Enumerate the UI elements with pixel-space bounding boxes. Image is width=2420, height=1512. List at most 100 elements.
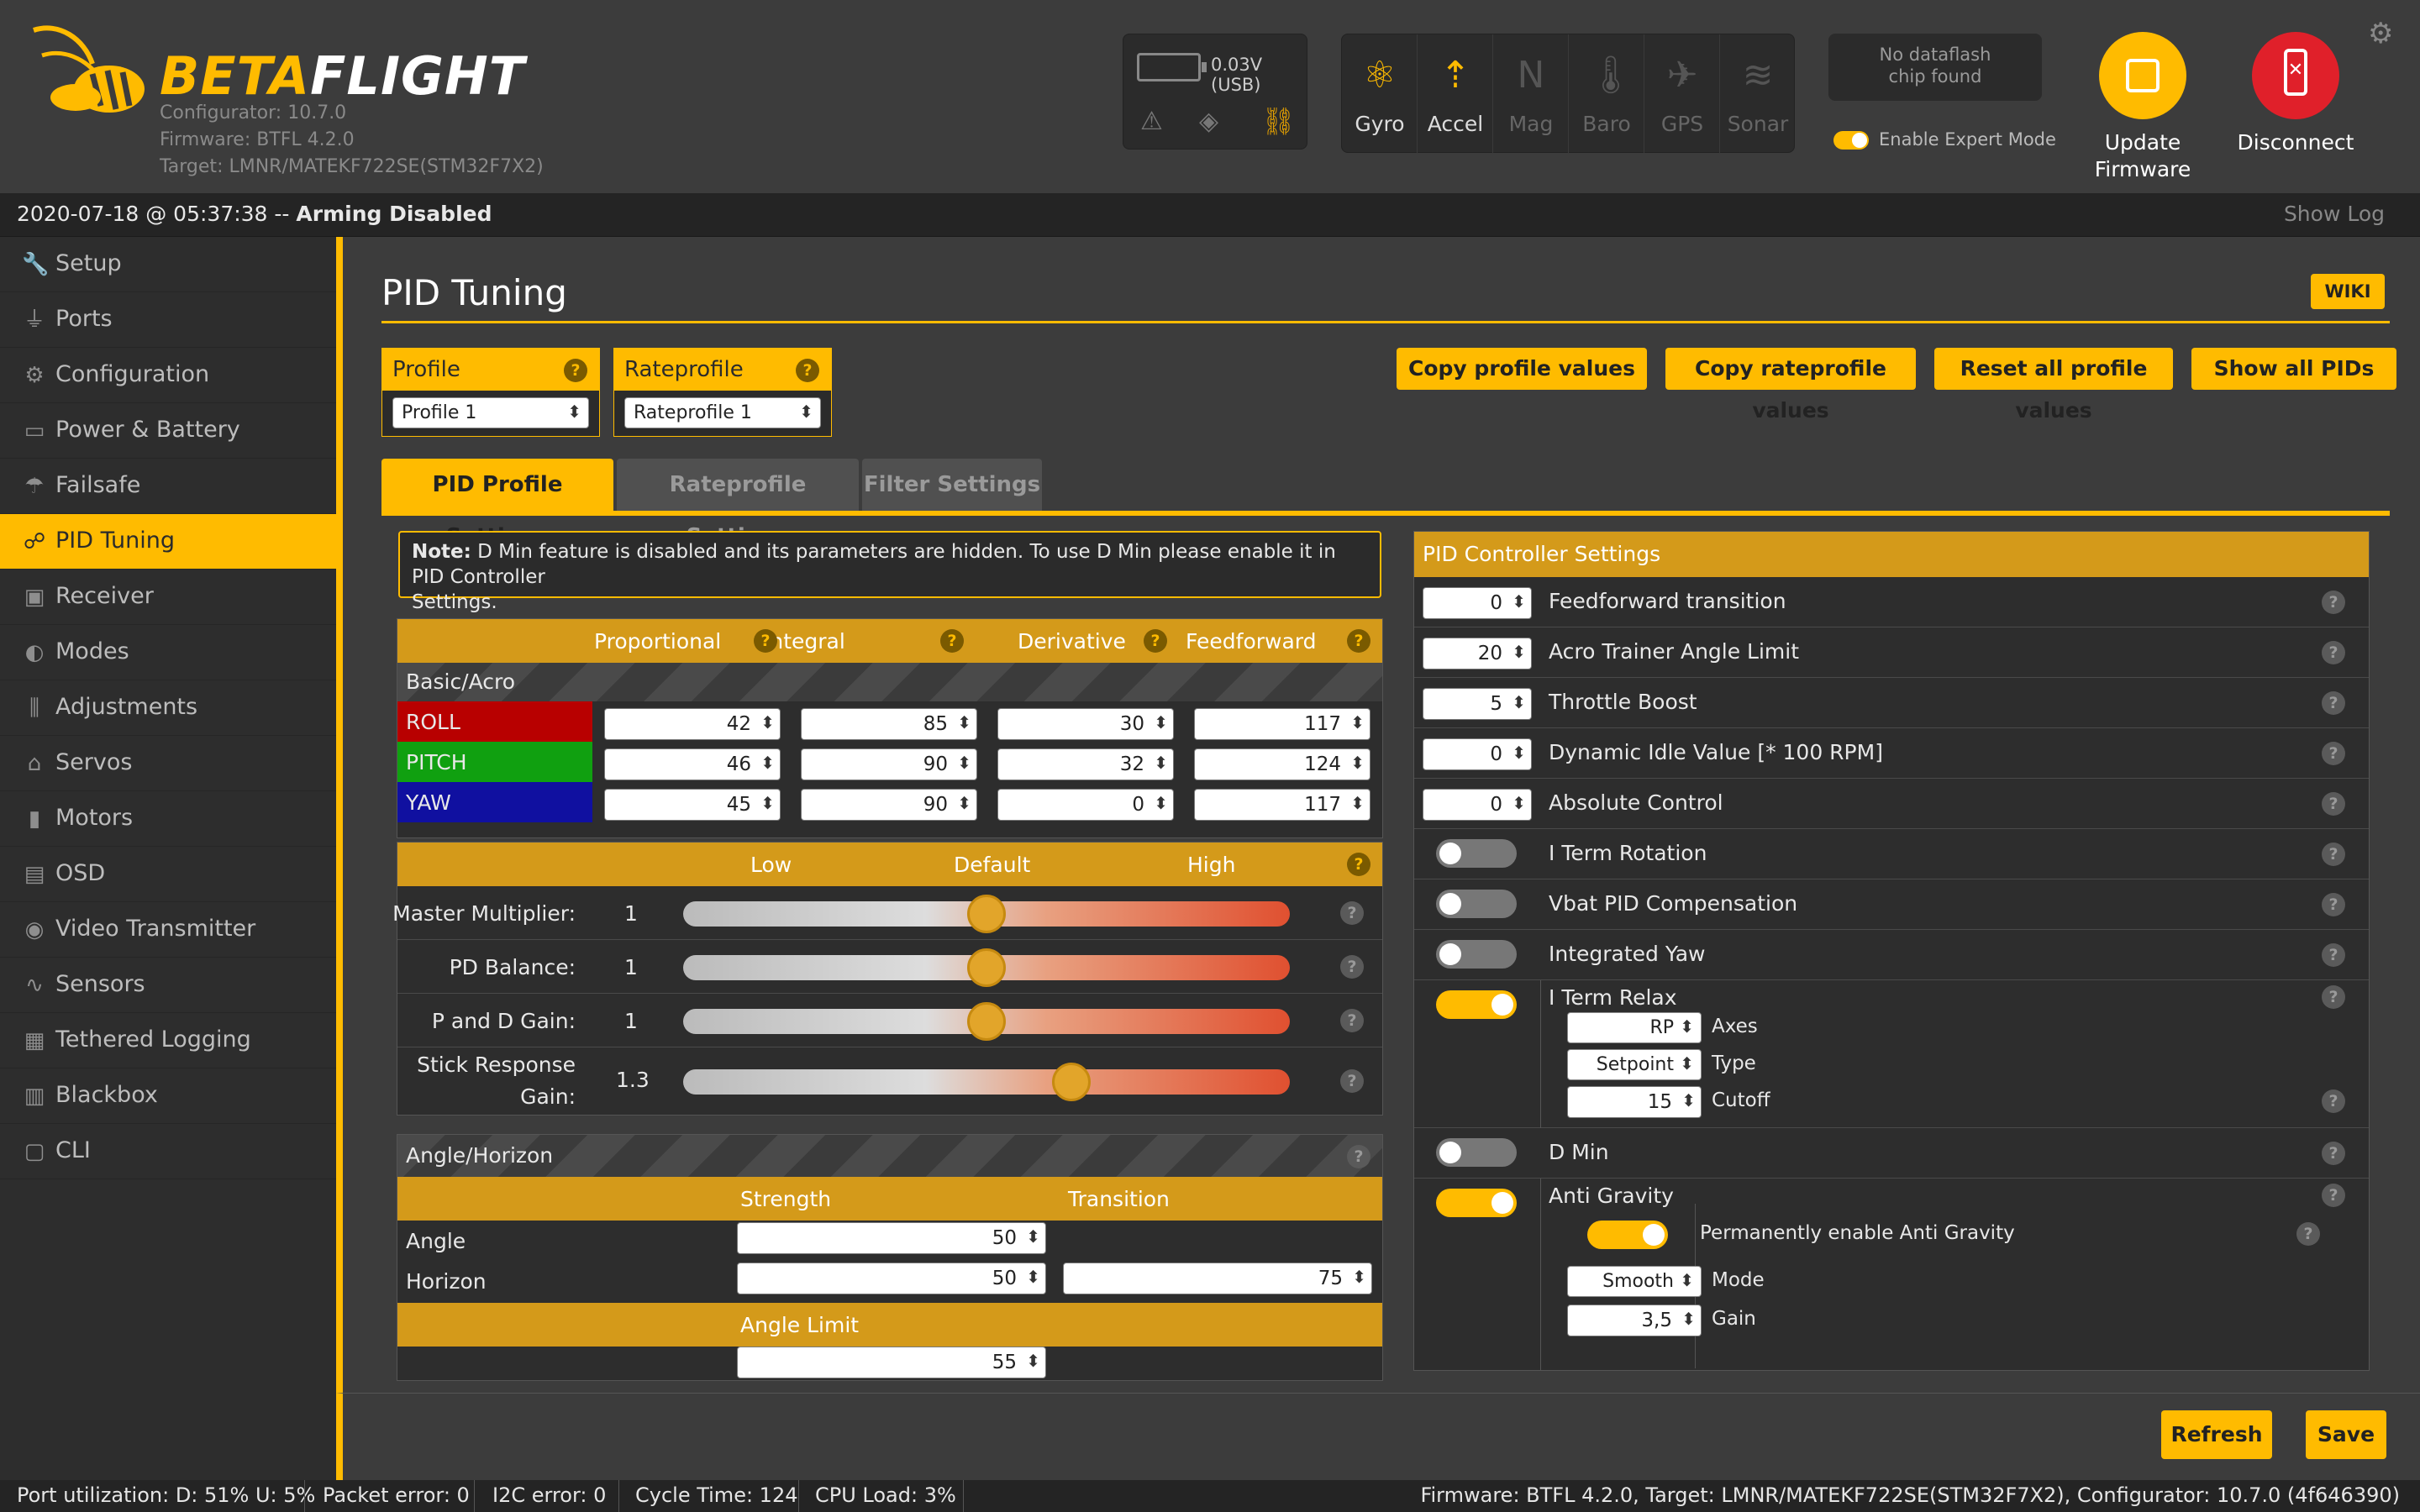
absolute-control-input[interactable]: 0 <box>1423 789 1532 821</box>
nav-servos[interactable]: ⌂ Servos <box>0 736 336 791</box>
profile-select[interactable]: Profile 1 <box>392 397 589 428</box>
disconnect-button[interactable]: ✕ <box>2252 32 2339 119</box>
acro-trainer-input[interactable]: 20 <box>1423 638 1532 669</box>
nav-motors[interactable]: ▮ Motors <box>0 791 336 847</box>
wiki-button[interactable]: WIKI <box>2311 274 2385 309</box>
nav-video-transmitter[interactable]: ◉ Video Transmitter <box>0 902 336 958</box>
help-icon[interactable]: ? <box>1340 901 1364 925</box>
iterm-relax-toggle[interactable] <box>1436 990 1517 1019</box>
help-icon[interactable]: ? <box>2322 843 2345 866</box>
help-icon[interactable]: ? <box>2322 943 2345 967</box>
roll-i-input[interactable]: 85 <box>801 708 977 740</box>
pitch-p-input[interactable]: 46 <box>604 748 781 780</box>
reset-profile-button[interactable]: Reset all profile values <box>1934 348 2173 423</box>
help-icon[interactable]: ? <box>2322 985 2345 1009</box>
nav-modes[interactable]: ◐ Modes <box>0 625 336 680</box>
help-icon[interactable]: ? <box>1347 853 1370 876</box>
slider-knob[interactable] <box>967 1002 1006 1041</box>
permanent-anti-gravity-toggle[interactable] <box>1587 1221 1668 1249</box>
help-icon[interactable]: ? <box>1347 629 1370 653</box>
tab-filter[interactable]: Filter Settings <box>862 459 1042 511</box>
stick-response-slider[interactable] <box>683 1063 1290 1101</box>
roll-p-input[interactable]: 42 <box>604 708 781 740</box>
nav-adjustments[interactable]: ⫼ Adjustments <box>0 680 336 736</box>
pd-balance-slider[interactable] <box>683 948 1290 987</box>
help-icon[interactable]: ? <box>940 629 964 653</box>
nav-tethered-logging[interactable]: ▦ Tethered Logging <box>0 1013 336 1068</box>
master-multiplier-slider[interactable] <box>683 895 1290 933</box>
nav-blackbox[interactable]: ▥ Blackbox <box>0 1068 336 1124</box>
save-button[interactable]: Save <box>2306 1410 2386 1459</box>
rateprofile-select[interactable]: Rateprofile 1 <box>624 397 821 428</box>
help-icon[interactable]: ? <box>2296 1222 2320 1246</box>
nav-sensors[interactable]: ∿ Sensors <box>0 958 336 1013</box>
refresh-button[interactable]: Refresh <box>2161 1410 2272 1459</box>
nav-ports[interactable]: ⏚ Ports <box>0 292 336 348</box>
tab-rateprofile[interactable]: Rateprofile Settings <box>617 459 859 549</box>
help-icon[interactable]: ? <box>1340 1069 1364 1093</box>
pitch-ff-input[interactable]: 124 <box>1194 748 1370 780</box>
horizon-transition-input[interactable]: 75 <box>1063 1263 1372 1294</box>
pitch-i-input[interactable]: 90 <box>801 748 977 780</box>
slider-knob[interactable] <box>1052 1063 1092 1101</box>
integrated-yaw-toggle[interactable] <box>1436 940 1517 969</box>
nav-osd[interactable]: ▤ OSD <box>0 847 336 902</box>
help-icon[interactable]: ? <box>1340 955 1364 979</box>
nav-setup[interactable]: 🔧 Setup <box>0 237 336 292</box>
pd-gain-slider[interactable] <box>683 1002 1290 1041</box>
roll-ff-input[interactable]: 117 <box>1194 708 1370 740</box>
help-icon[interactable]: ? <box>2322 1089 2345 1113</box>
help-icon[interactable]: ? <box>2322 792 2345 816</box>
help-icon[interactable]: ? <box>2322 1184 2345 1207</box>
iterm-relax-axes-select[interactable]: RP <box>1567 1012 1702 1043</box>
anti-gravity-gain-input[interactable]: 3,5 <box>1567 1305 1702 1336</box>
horizon-strength-input[interactable]: 50 <box>737 1263 1046 1294</box>
angle-limit-input[interactable]: 55 <box>737 1347 1046 1378</box>
feedforward-transition-input[interactable]: 0 <box>1423 587 1532 619</box>
help-icon[interactable]: ? <box>1347 1145 1370 1168</box>
tab-pid-profile[interactable]: PID Profile Settings <box>381 459 613 549</box>
pitch-d-input[interactable]: 32 <box>997 748 1174 780</box>
expert-mode-switch[interactable] <box>1833 131 1869 150</box>
iterm-relax-cutoff-input[interactable]: 15 <box>1567 1086 1702 1118</box>
dynamic-idle-input[interactable]: 0 <box>1423 738 1532 770</box>
angle-strength-input[interactable]: 50 <box>737 1222 1046 1254</box>
help-icon[interactable]: ? <box>2322 691 2345 715</box>
yaw-i-input[interactable]: 90 <box>801 789 977 821</box>
nav-pid-tuning[interactable]: ☍ PID Tuning <box>0 514 336 570</box>
yaw-p-input[interactable]: 45 <box>604 789 781 821</box>
anti-gravity-toggle[interactable] <box>1436 1189 1517 1217</box>
copy-rateprofile-button[interactable]: Copy rateprofile values <box>1665 348 1916 423</box>
throttle-boost-input[interactable]: 5 <box>1423 688 1532 720</box>
roll-d-input[interactable]: 30 <box>997 708 1174 740</box>
show-log-link[interactable]: Show Log <box>2284 202 2385 226</box>
slider-knob[interactable] <box>967 895 1006 933</box>
help-icon[interactable]: ? <box>2322 742 2345 765</box>
iterm-rotation-toggle[interactable] <box>1436 839 1517 868</box>
slider-knob[interactable] <box>967 948 1006 987</box>
help-icon[interactable]: ? <box>1144 629 1167 653</box>
iterm-relax-type-select[interactable]: Setpoint <box>1567 1049 1702 1080</box>
dmin-toggle[interactable] <box>1436 1138 1517 1167</box>
nav-cli[interactable]: ▢ CLI <box>0 1124 336 1179</box>
help-icon[interactable]: ? <box>2322 893 2345 916</box>
help-icon[interactable]: ? <box>2322 641 2345 664</box>
yaw-ff-input[interactable]: 117 <box>1194 789 1370 821</box>
help-icon[interactable]: ? <box>754 629 777 653</box>
help-icon[interactable]: ? <box>564 359 587 382</box>
vbat-comp-toggle[interactable] <box>1436 890 1517 918</box>
nav-failsafe[interactable]: ☂ Failsafe <box>0 459 336 514</box>
copy-profile-button[interactable]: Copy profile values <box>1397 348 1647 390</box>
show-all-pids-button[interactable]: Show all PIDs <box>2191 348 2396 390</box>
help-icon[interactable]: ? <box>2322 1142 2345 1165</box>
anti-gravity-mode-select[interactable]: Smooth <box>1567 1266 1702 1297</box>
nav-receiver[interactable]: ▣ Receiver <box>0 570 336 625</box>
update-firmware-button[interactable] <box>2099 32 2186 119</box>
help-icon[interactable]: ? <box>796 359 819 382</box>
help-icon[interactable]: ? <box>2322 591 2345 614</box>
yaw-d-input[interactable]: 0 <box>997 789 1174 821</box>
nav-power-battery[interactable]: ▭ Power & Battery <box>0 403 336 459</box>
nav-configuration[interactable]: ⚙ Configuration <box>0 348 336 403</box>
help-icon[interactable]: ? <box>1340 1009 1364 1032</box>
settings-gear-icon[interactable]: ⚙ <box>2368 17 2393 50</box>
